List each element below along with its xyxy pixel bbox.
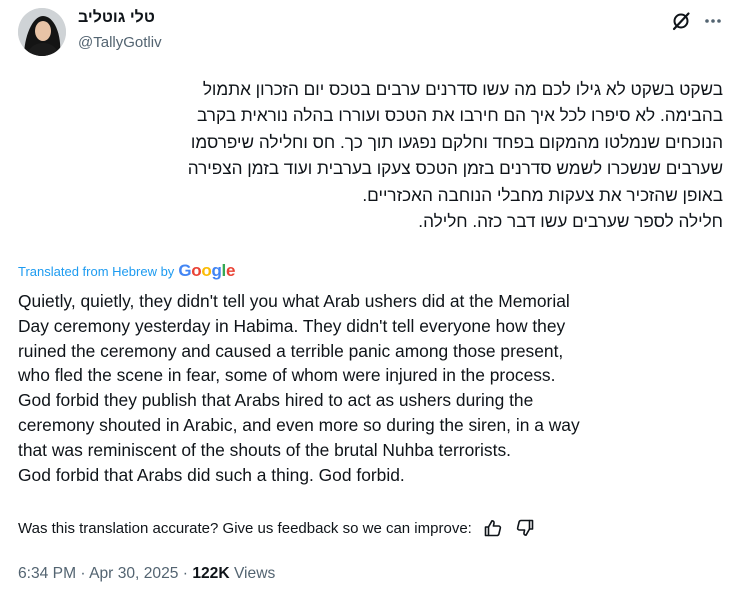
tweet-hebrew-line: בהבימה. לא סיפרו לכל איך הם חירבו את הטכ…	[197, 105, 723, 126]
tweet-english-line: Quietly, quietly, they didn't tell you w…	[18, 291, 570, 311]
tweet-text-english: Quietly, quietly, they didn't tell you w…	[18, 289, 733, 487]
translated-label: Translated from Hebrew by	[18, 263, 175, 279]
translation-feedback: Was this translation accurate? Give us f…	[18, 517, 536, 539]
more-options-icon[interactable]	[702, 10, 724, 32]
feedback-prompt: Was this translation accurate? Give us f…	[18, 519, 472, 537]
author-name[interactable]: טלי גוטליב	[78, 9, 155, 27]
tweet-english-line: ruined the ceremony and caused a terribl…	[18, 340, 564, 361]
tweet-hebrew-line: הנוכחים שנמלטו מהמקום בפחד וחלקם נפגעו ת…	[190, 131, 723, 152]
tweet-english-line: who fled the scene in fear, some of whom…	[18, 365, 556, 386]
tweet-english-line: that was reminiscent of the shouts of th…	[18, 439, 511, 460]
views-label: Views	[233, 565, 276, 582]
meta-separator: ·	[80, 565, 86, 582]
tweet-english-line: ceremony shouted in Arabic, and even mor…	[18, 414, 580, 435]
tweet-hebrew-line: חלילה לספר שערבים עשו דבר כזה. חלילה.	[418, 211, 723, 232]
thumbs-up-icon[interactable]	[482, 517, 504, 539]
tweet-english-line: Day ceremony yesterday in Habima. They d…	[18, 315, 566, 336]
tweet-date[interactable]: Apr 30, 2025	[89, 565, 178, 582]
google-logo: Google	[178, 261, 236, 280]
translation-attribution[interactable]: Translated from Hebrew by Google	[18, 261, 235, 281]
avatar-photo	[18, 8, 66, 56]
tweet-english-line: God forbid that Arabs did such a thing. …	[18, 464, 405, 485]
author-avatar[interactable]	[18, 8, 66, 56]
meta-separator: ·	[182, 565, 188, 582]
tweet-meta: 6:34 PM · Apr 30, 2025 · 122K Views	[18, 565, 275, 583]
author-handle[interactable]: @TallyGotliv	[78, 34, 162, 51]
tweet-hebrew-line: בשקט בשקט לא גילו לכם מה עשו סדרנים ערבי…	[202, 79, 723, 99]
views-count: 122K	[192, 565, 230, 582]
tweet-hebrew-line: שערבים שנשכרו לשמש סדרנים בזמן הטכס צעקו…	[187, 158, 723, 179]
tweet-text-hebrew: בשקט בשקט לא גילו לכם מה עשו סדרנים ערבי…	[18, 76, 723, 234]
thumbs-down-icon[interactable]	[514, 517, 536, 539]
grok-icon[interactable]	[670, 10, 692, 32]
tweet-english-line: God forbid they publish that Arabs hired…	[18, 390, 534, 411]
tweet-hebrew-line: באופן שהזכיר את צעקות מחבלי הנוחבה האכזר…	[362, 184, 723, 205]
tweet-time[interactable]: 6:34 PM	[18, 565, 76, 582]
